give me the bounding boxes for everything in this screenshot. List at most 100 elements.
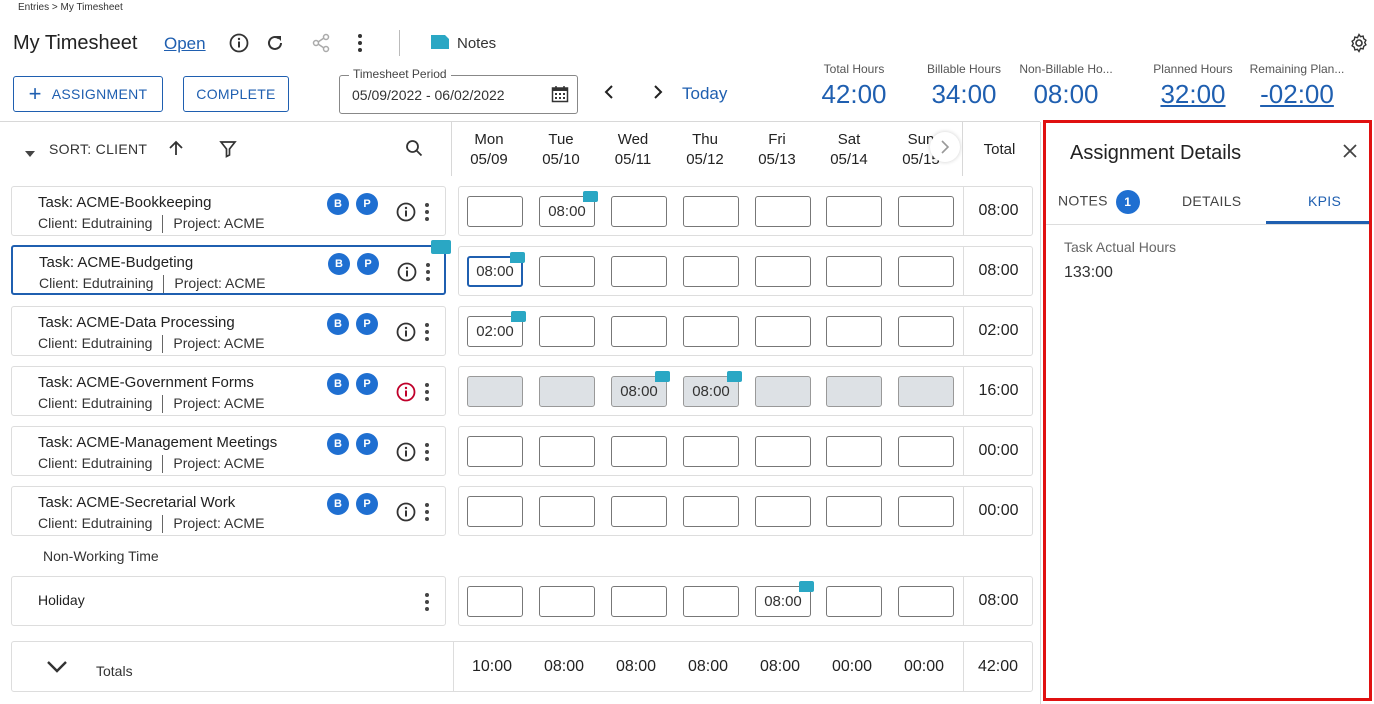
hours-cell[interactable] (539, 256, 595, 287)
hours-cell[interactable] (683, 256, 739, 287)
gear-icon[interactable] (1348, 32, 1370, 54)
scroll-days-right-button[interactable] (930, 132, 960, 162)
hours-cell[interactable] (898, 376, 954, 407)
hours-cell[interactable] (539, 376, 595, 407)
hours-cell[interactable] (755, 316, 811, 347)
hours-cell[interactable]: 08:00 (683, 371, 742, 407)
hours-cell[interactable] (611, 316, 667, 347)
hours-cell[interactable] (539, 316, 595, 347)
hours-cell[interactable] (467, 436, 523, 467)
note-flag-icon[interactable] (655, 371, 670, 382)
filter-icon[interactable] (219, 140, 237, 163)
hours-cell[interactable] (898, 586, 954, 617)
refresh-icon[interactable] (264, 32, 286, 54)
prev-period-button[interactable] (602, 83, 616, 106)
hours-cell[interactable] (826, 196, 882, 227)
next-period-button[interactable] (651, 83, 665, 106)
hours-cell[interactable]: 08:00 (611, 371, 670, 407)
hours-cell[interactable] (467, 196, 523, 227)
info-icon[interactable] (397, 262, 417, 287)
hours-cell[interactable] (826, 256, 882, 287)
more-vert-icon[interactable] (349, 32, 371, 54)
hours-cell[interactable] (683, 196, 739, 227)
tab-details[interactable]: DETAILS (1182, 193, 1241, 209)
info-icon[interactable] (228, 32, 250, 54)
hours-cell[interactable] (683, 496, 739, 527)
hours-cell[interactable]: 08:00 (755, 581, 814, 617)
billable-badge[interactable]: B (327, 193, 349, 215)
sort-label[interactable]: SORT: CLIENT (49, 141, 147, 157)
close-icon[interactable] (1342, 143, 1358, 164)
hours-cell[interactable] (898, 496, 954, 527)
row-more-icon[interactable] (422, 381, 432, 403)
hours-cell[interactable] (755, 376, 811, 407)
note-flag-icon[interactable] (727, 371, 742, 382)
task-row[interactable]: Task: ACME-Budgeting Client: Edutraining P… (11, 240, 451, 295)
hours-cell[interactable] (467, 496, 523, 527)
hours-cell[interactable] (826, 586, 882, 617)
hours-cell[interactable] (898, 196, 954, 227)
task-row[interactable]: Task: ACME-Government Forms Client: Edutr… (11, 366, 446, 416)
hours-cell[interactable] (755, 256, 811, 287)
warning-info-icon[interactable] (396, 382, 416, 407)
hours-cell[interactable]: 08:00 (539, 191, 598, 227)
note-flag-icon[interactable] (583, 191, 598, 202)
complete-button[interactable]: COMPLETE (183, 76, 289, 112)
status-link[interactable]: Open (164, 34, 206, 54)
hours-cell[interactable] (898, 436, 954, 467)
hours-cell[interactable]: 08:00 (467, 252, 525, 287)
sort-ascending-icon[interactable] (167, 139, 185, 162)
note-flag-icon[interactable] (799, 581, 814, 592)
stat-remaining-planned[interactable]: Remaining Plan... -02:00 (1242, 62, 1352, 110)
hours-cell[interactable] (683, 586, 739, 617)
stat-planned-hours[interactable]: Planned Hours 32:00 (1138, 62, 1248, 110)
hours-cell[interactable] (611, 196, 667, 227)
hours-cell[interactable] (755, 436, 811, 467)
hours-cell[interactable] (611, 586, 667, 617)
hours-cell[interactable] (467, 586, 523, 617)
chevron-down-icon[interactable] (46, 660, 68, 679)
billable-badge[interactable]: B (327, 373, 349, 395)
hours-cell[interactable] (611, 256, 667, 287)
timesheet-period-field[interactable]: Timesheet Period 05/09/2022 - 06/02/2022 (339, 67, 578, 114)
hours-cell[interactable] (755, 496, 811, 527)
hours-cell[interactable] (826, 376, 882, 407)
hours-cell[interactable] (611, 436, 667, 467)
hours-cell[interactable] (826, 316, 882, 347)
planned-badge[interactable]: P (356, 433, 378, 455)
hours-cell[interactable] (826, 436, 882, 467)
calendar-icon[interactable] (551, 85, 569, 108)
hours-cell[interactable] (898, 256, 954, 287)
row-more-icon[interactable] (422, 201, 432, 223)
add-assignment-button[interactable]: + ASSIGNMENT (13, 76, 163, 112)
row-more-icon[interactable] (422, 591, 432, 613)
planned-badge[interactable]: P (356, 373, 378, 395)
info-icon[interactable] (396, 502, 416, 527)
notes-label[interactable]: Notes (457, 35, 496, 52)
share-icon[interactable] (310, 32, 332, 54)
hours-cell[interactable] (826, 496, 882, 527)
billable-badge[interactable]: B (327, 433, 349, 455)
tab-notes[interactable]: NOTES 1 (1058, 190, 1140, 214)
row-more-icon[interactable] (422, 321, 432, 343)
holiday-row[interactable]: Holiday (11, 576, 446, 626)
hours-cell[interactable] (611, 496, 667, 527)
sort-dropdown-icon[interactable] (24, 145, 36, 163)
search-icon[interactable] (405, 139, 423, 162)
today-link[interactable]: Today (682, 84, 727, 104)
task-row[interactable]: Task: ACME-Bookkeeping Client: Edutrainin… (11, 186, 446, 236)
hours-cell[interactable] (467, 376, 523, 407)
task-row[interactable]: Task: ACME-Secretarial Work Client: Edutr… (11, 486, 446, 536)
hours-cell[interactable] (539, 586, 595, 617)
breadcrumb[interactable]: Entries > My Timesheet (18, 2, 123, 13)
row-more-icon[interactable] (422, 441, 432, 463)
task-row[interactable]: Task: ACME-Management Meetings Client: Ed… (11, 426, 446, 476)
billable-badge[interactable]: B (327, 493, 349, 515)
hours-cell[interactable] (539, 496, 595, 527)
billable-badge[interactable]: B (328, 253, 350, 275)
info-icon[interactable] (396, 322, 416, 347)
billable-badge[interactable]: B (327, 313, 349, 335)
note-flag-icon[interactable] (511, 311, 526, 322)
hours-cell[interactable] (683, 436, 739, 467)
planned-badge[interactable]: P (356, 493, 378, 515)
